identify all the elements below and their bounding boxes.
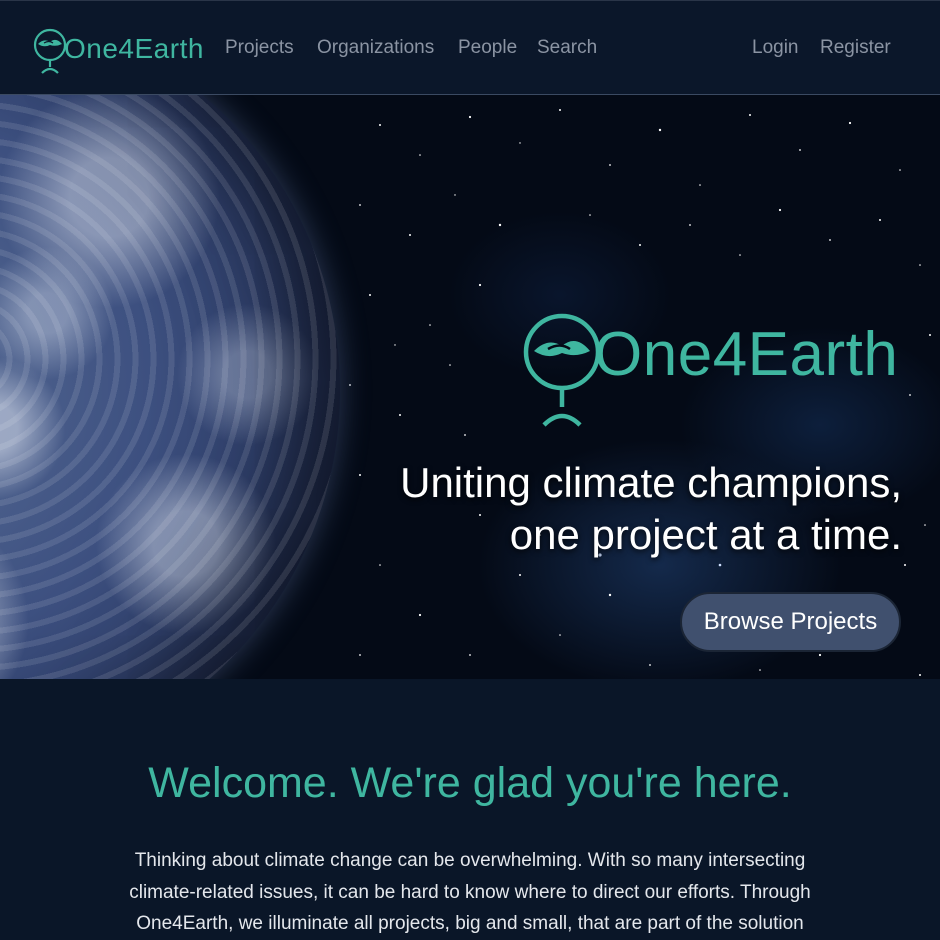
hero-logo-text: One4Earth: [594, 320, 899, 389]
nav-link-organizations[interactable]: Organizations: [317, 37, 434, 59]
welcome-paragraph: Thinking about climate change can be ove…: [129, 850, 811, 934]
brand-logo-link[interactable]: One4Earth: [32, 27, 204, 77]
tagline-line-2: one project at a time.: [509, 511, 902, 558]
top-navbar: One4Earth Projects Organizations People …: [0, 0, 940, 95]
welcome-heading: Welcome. We're glad you're here.: [148, 759, 792, 807]
nav-link-people[interactable]: People: [458, 37, 517, 59]
register-link[interactable]: Register: [820, 37, 891, 59]
login-link[interactable]: Login: [752, 37, 799, 59]
globe-hands-icon: [523, 313, 601, 427]
brand-name: One4Earth: [64, 33, 204, 64]
hero-banner: One4Earth Uniting climate champions, one…: [0, 95, 940, 679]
globe-hands-icon: [33, 28, 67, 74]
hero-logo: One4Earth: [522, 307, 898, 435]
browse-projects-button[interactable]: Browse Projects: [680, 592, 901, 652]
hero-tagline: Uniting climate champions, one project a…: [302, 457, 902, 561]
nav-link-projects[interactable]: Projects: [225, 37, 294, 59]
nav-link-search[interactable]: Search: [537, 37, 597, 59]
tagline-line-1: Uniting climate champions,: [400, 459, 902, 506]
welcome-section: Welcome. We're glad you're here. Thinkin…: [0, 679, 940, 939]
